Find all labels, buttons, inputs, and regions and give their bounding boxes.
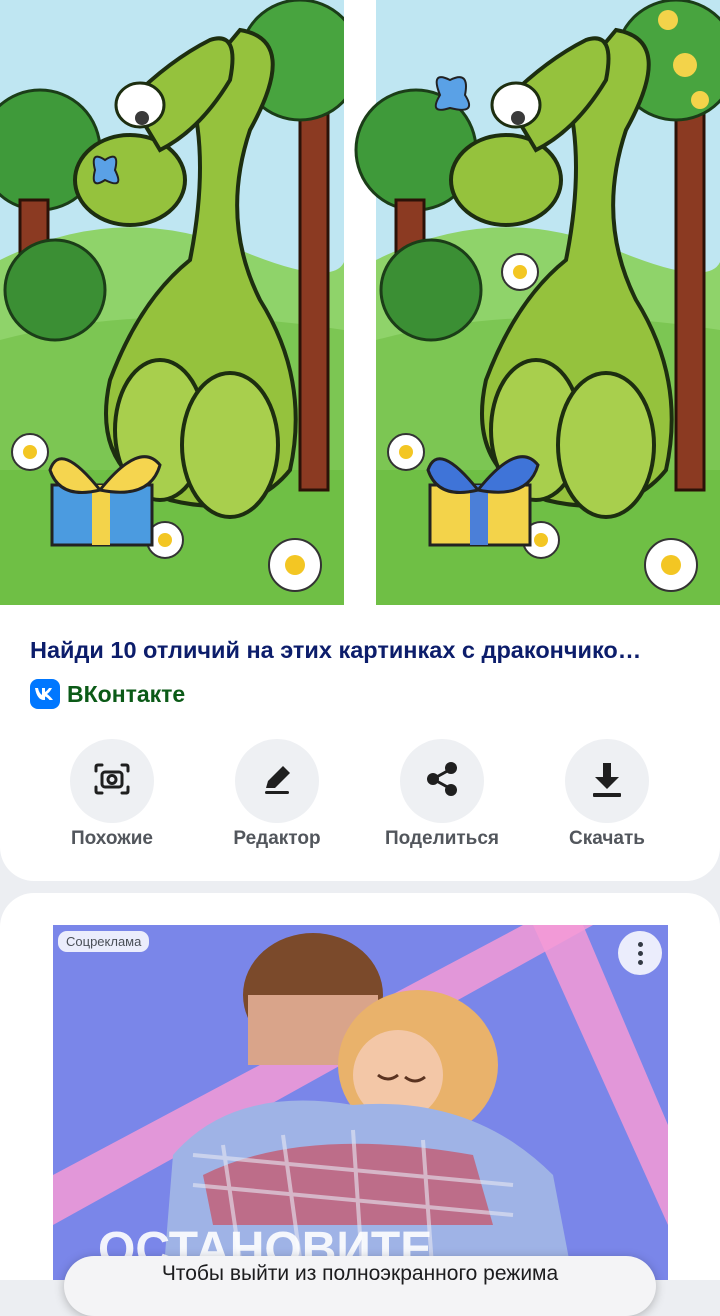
ad-image[interactable]: ОСТАНОВИТЕ Соцреклама (53, 925, 668, 1280)
toast-text: Чтобы выйти из полноэкранного режима (161, 1262, 559, 1285)
more-dot-icon (637, 959, 643, 965)
result-image[interactable] (0, 0, 720, 605)
more-dot-icon (637, 941, 643, 947)
more-dot-icon (637, 950, 643, 956)
download-icon (590, 760, 624, 803)
editor-label: Редактор (233, 828, 321, 849)
download-button[interactable]: Скачать (532, 739, 682, 851)
download-label: Скачать (569, 828, 645, 849)
action-bar: Похожие Редактор Поделиться Скачать (30, 739, 690, 851)
result-title[interactable]: Найди 10 отличий на этих картинках с дра… (30, 637, 690, 664)
share-button[interactable]: Поделиться (367, 739, 517, 851)
similar-label: Похожие (71, 828, 153, 849)
ad-more-button[interactable] (618, 931, 662, 975)
vk-logo-icon (30, 679, 60, 709)
fullscreen-toast: Чтобы выйти из полноэкранного режима (64, 1256, 656, 1316)
source-name: ВКонтакте (67, 680, 186, 707)
share-icon (423, 760, 461, 803)
ad-badge: Соцреклама (58, 931, 150, 952)
similar-button[interactable]: Похожие (37, 739, 187, 851)
editor-button[interactable]: Редактор (202, 739, 352, 851)
result-source-link[interactable]: ВКонтакте (30, 679, 185, 709)
share-label: Поделиться (384, 828, 500, 849)
camera-search-icon (92, 761, 132, 802)
ad-card: ОСТАНОВИТЕ Соцреклама (0, 893, 720, 1280)
pencil-icon (259, 761, 295, 802)
result-info-card: Найди 10 отличий на этих картинках с дра… (0, 605, 720, 881)
